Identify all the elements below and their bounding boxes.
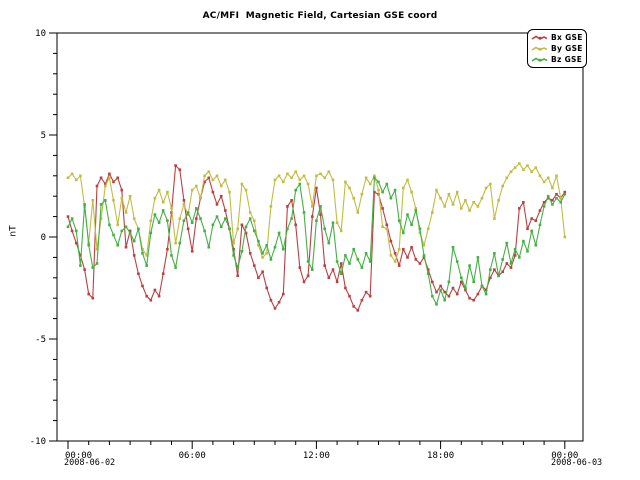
y-tick-label: -5: [35, 335, 46, 345]
magnetic-field-chart: 1050-5-1000:0006:0012:0018:0000:00: [0, 0, 640, 480]
y-tick-label: 0: [41, 233, 46, 243]
series-markers-bx: [67, 164, 566, 311]
legend-box: Bx GSE By GSE Bz GSE: [527, 29, 587, 68]
y-tick-label: 10: [35, 29, 46, 39]
y-tick-label: 5: [41, 131, 46, 141]
x-tick-label: 12:00: [303, 451, 330, 461]
legend-item-bx: Bx GSE: [531, 32, 583, 43]
legend-item-by: By GSE: [531, 43, 583, 54]
x-axis-ticks: 00:0006:0012:0018:0000:00: [65, 441, 578, 461]
legend-label-by: By GSE: [551, 44, 583, 53]
legend-label-bx: Bx GSE: [551, 33, 583, 42]
x-tick-label: 06:00: [179, 451, 206, 461]
bx-line-sample-icon: [531, 34, 548, 42]
by-line-sample-icon: [531, 45, 548, 53]
legend-label-bz: Bz GSE: [551, 55, 582, 64]
plot-screen: AC/MFI Magnetic Field, Cartesian GSE coo…: [0, 0, 640, 480]
y-tick-label: -10: [30, 437, 46, 447]
y-axis-ticks: 10 5 0 -5 -10: [30, 29, 57, 447]
legend-item-bz: Bz GSE: [531, 54, 583, 65]
series-line-by: [68, 164, 565, 262]
x-tick-label: 18:00: [427, 451, 454, 461]
x-axis-start-date: 2008-06-02: [64, 458, 115, 468]
x-axis-end-date: 2008-06-03: [551, 458, 602, 468]
bz-line-sample-icon: [531, 56, 548, 64]
